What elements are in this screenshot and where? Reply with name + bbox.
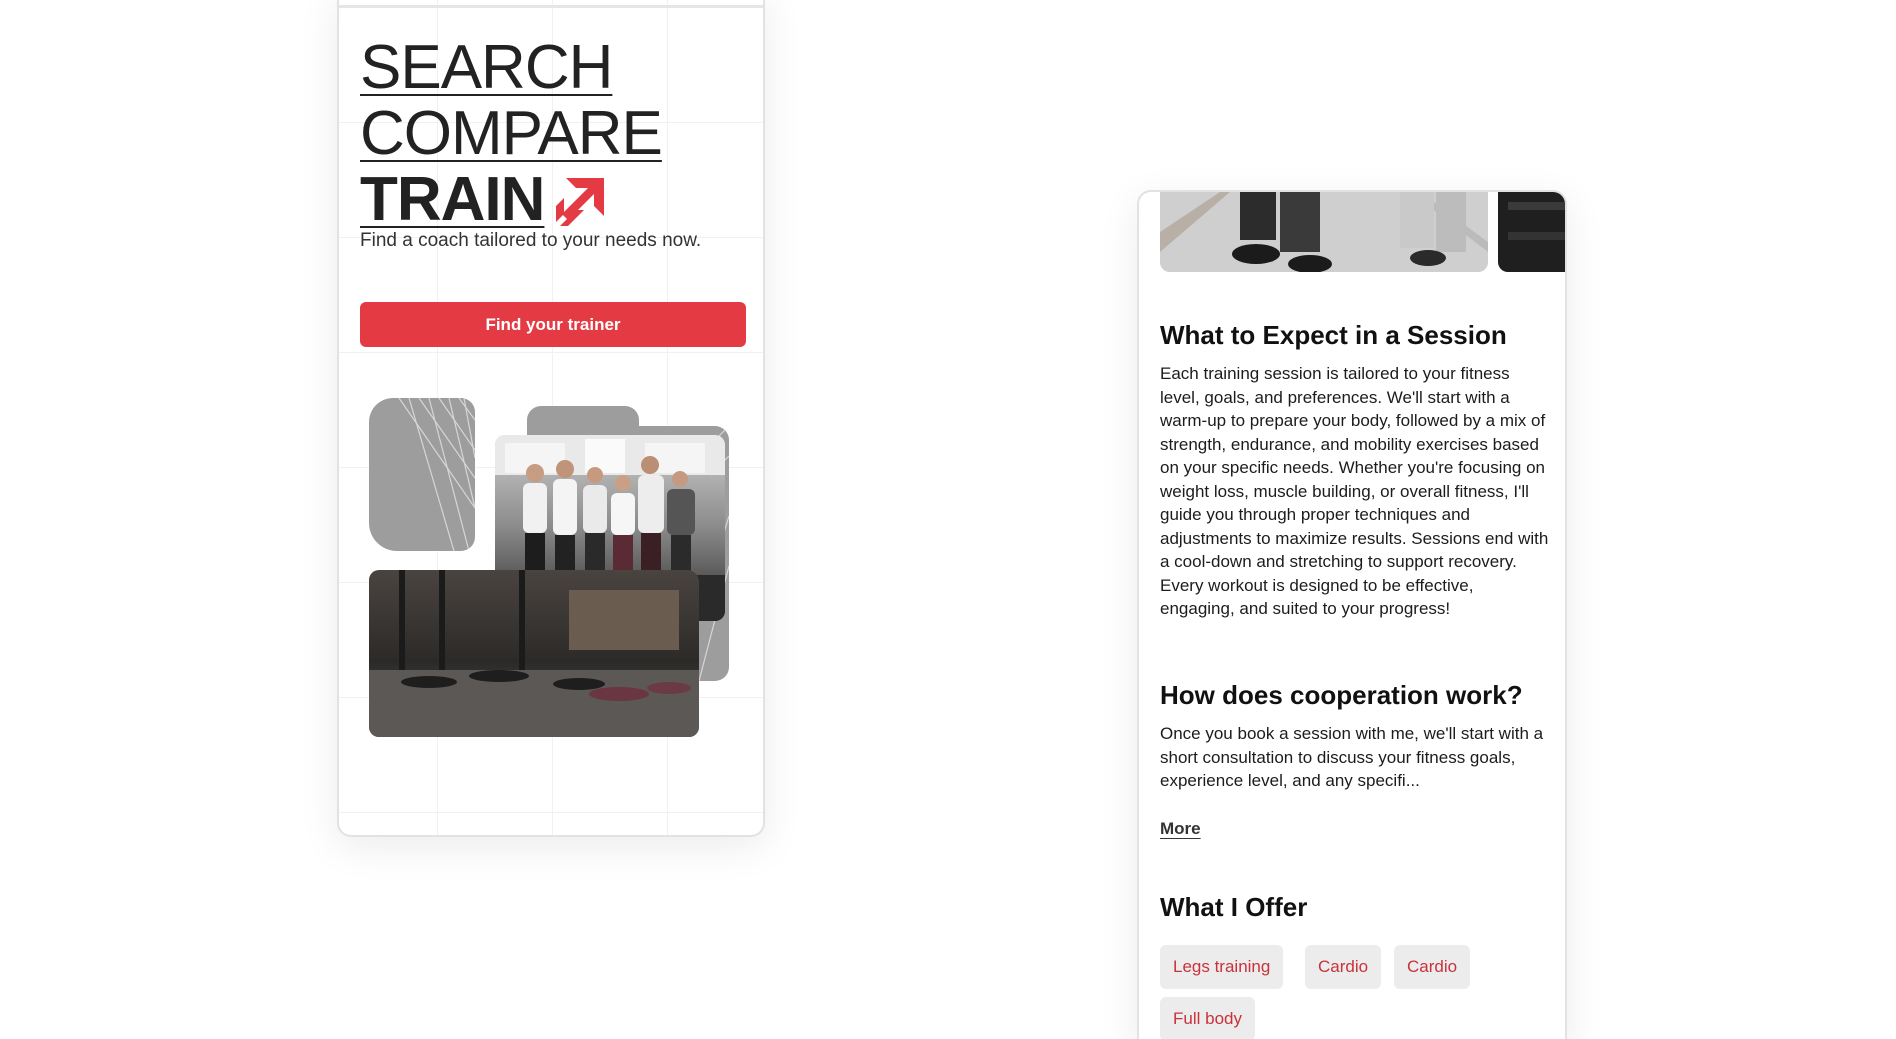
offer-tag[interactable]: Cardio [1394,945,1471,989]
hero-line-train: TRAIN [360,165,545,234]
gallery-photo-dark[interactable] [1498,192,1565,272]
hero-title: SEARCH COMPARE TRAIN [360,33,663,239]
session-title: What to Expect in a Session [1160,320,1507,350]
trainer-profile-screen: What to Expect in a Session Each trainin… [1137,190,1567,1039]
offer-title: What I Offer [1160,892,1308,922]
session-description: Each training session is tailored to you… [1160,364,1549,618]
gallery-photo-legs[interactable] [1160,192,1488,272]
offer-tag[interactable]: Cardio [1305,945,1382,989]
hero-line-compare: COMPARE [360,99,663,168]
decorative-striped-shape [369,398,475,551]
group-workout-photo [369,570,699,737]
find-trainer-button[interactable]: Find your trainer [360,302,746,347]
offer-tag[interactable]: Legs training [1160,945,1284,989]
cooperation-title: How does cooperation work? [1160,680,1523,710]
more-link[interactable]: More [1160,819,1201,839]
landing-screen: SEARCH COMPARE TRAIN Find a coach tailor… [337,0,765,837]
offer-tag[interactable]: Full body [1160,997,1255,1039]
cooperation-description: Once you book a session with me, we'll s… [1160,724,1544,790]
hero-line-search: SEARCH [360,33,613,102]
top-bar [339,0,763,8]
hero-subtitle: Find a coach tailored to your needs now. [360,230,702,251]
